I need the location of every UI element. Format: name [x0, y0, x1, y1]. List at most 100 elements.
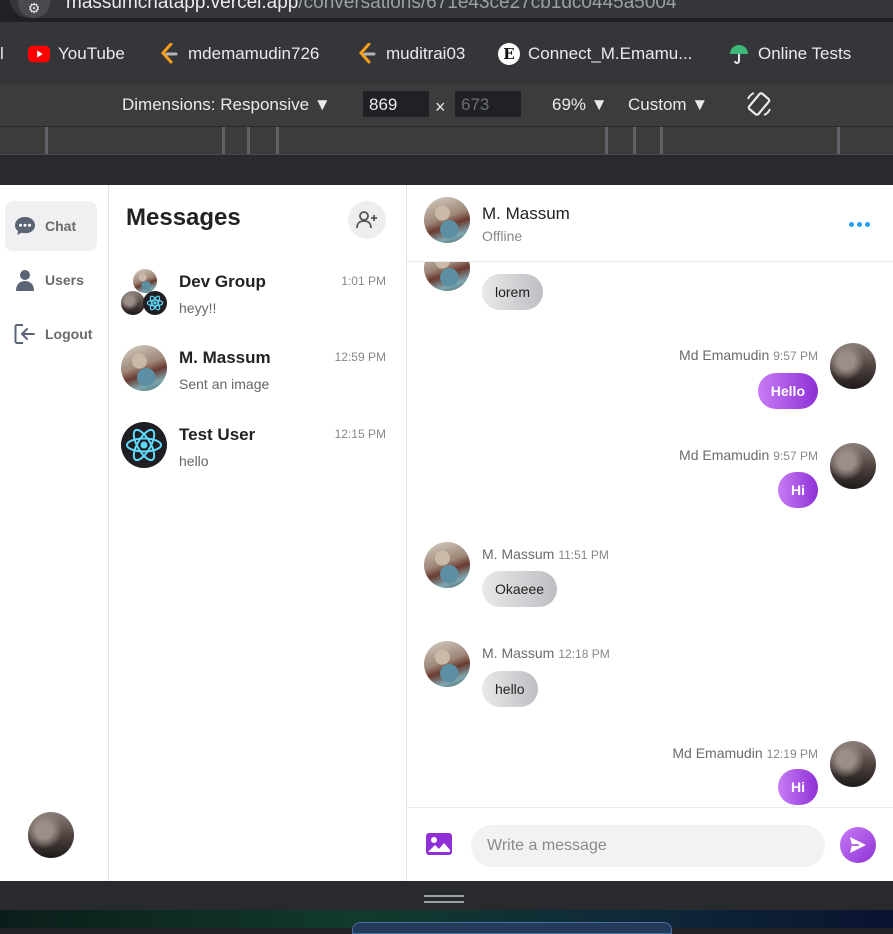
contact-avatar — [121, 345, 167, 391]
height-input[interactable]: 673 — [455, 91, 521, 117]
chat-bubble-icon — [5, 216, 45, 236]
conversation-name: M. Massum — [179, 348, 271, 367]
message-meta: Md Emamudin 9:57 PM — [679, 447, 818, 463]
message-bubble[interactable]: Okaeee — [482, 571, 558, 607]
leetcode-icon — [158, 43, 180, 65]
nav-label: Users — [45, 272, 84, 288]
dot-icon — [864, 221, 870, 227]
sender-avatar — [830, 443, 876, 489]
url-host: massumchatapp.vercel.app — [66, 0, 299, 13]
more-options-button[interactable] — [844, 209, 874, 239]
e-logo-icon: E — [498, 43, 520, 65]
message-bubble[interactable]: Hello — [757, 373, 818, 409]
message-list[interactable]: lorem Md Emamudin 9:57 PM Hello Md Emamud… — [407, 262, 893, 807]
bookmarks-bar: l YouTube mdemamudin726 muditrai03 E Con… — [0, 22, 893, 84]
bookmark-connect[interactable]: E Connect_M.Emamu... — [498, 42, 692, 66]
message-sender: Md Emamudin — [679, 447, 770, 463]
bookmark-label: YouTube — [58, 44, 125, 63]
bookmark-truncated[interactable]: l — [0, 44, 4, 64]
chat-app: Chat Users Logout Messages Dev Group 1:0… — [0, 185, 893, 881]
dimensions-label: Dimensions: Responsive — [122, 95, 310, 114]
bookmark-label: Online Tests — [758, 44, 852, 63]
message-input[interactable] — [471, 825, 825, 867]
side-navigation: Chat Users Logout — [0, 185, 109, 881]
pixel-ruler — [0, 154, 893, 185]
conversation-preview: hello — [179, 453, 209, 469]
contact-avatar[interactable] — [424, 197, 470, 243]
conversation-time: 12:59 PM — [334, 350, 386, 364]
width-input[interactable]: 869 — [363, 91, 429, 117]
chat-header: M. Massum Offline — [407, 185, 893, 262]
caret-down-icon: ▼ — [691, 95, 709, 114]
message-meta: M. Massum 12:18 PM — [482, 645, 610, 661]
sender-avatar — [830, 343, 876, 389]
rotate-icon[interactable] — [745, 90, 773, 118]
nav-logout[interactable]: Logout — [5, 309, 97, 359]
conversation-time: 1:01 PM — [341, 274, 386, 288]
react-logo-icon — [126, 428, 162, 462]
dot-icon — [848, 221, 854, 227]
conversation-preview: heyy!! — [179, 300, 217, 316]
bookmark-youtube[interactable]: YouTube — [28, 42, 125, 66]
throttle-dropdown[interactable]: Custom ▼ — [628, 95, 708, 115]
message-time: 11:51 PM — [558, 548, 609, 562]
conversation-name: Test User — [179, 425, 256, 444]
contact-name: M. Massum — [482, 204, 570, 223]
add-user-icon — [356, 211, 377, 229]
message-composer — [407, 807, 893, 881]
messages-title: Messages — [126, 204, 241, 231]
add-user-button[interactable] — [348, 201, 386, 239]
group-avatar — [121, 269, 167, 315]
message-time: 9:57 PM — [773, 349, 818, 363]
bookmark-mdemamudin726[interactable]: mdemamudin726 — [158, 42, 319, 66]
times-symbol: × — [435, 97, 446, 117]
conversation-item-dev-group[interactable]: Dev Group 1:01 PM heyy!! — [109, 269, 407, 339]
user-icon — [5, 269, 45, 291]
conversation-time: 12:15 PM — [334, 427, 386, 441]
send-button[interactable] — [840, 827, 876, 863]
caret-down-icon: ▼ — [590, 95, 608, 114]
bookmark-online-tests[interactable]: Online Tests — [728, 42, 851, 66]
bookmark-muditrai03[interactable]: muditrai03 — [356, 42, 465, 66]
contact-avatar — [121, 422, 167, 468]
conversation-item-m-massum[interactable]: M. Massum 12:59 PM Sent an image — [109, 345, 407, 415]
message-bubble[interactable]: Hi — [778, 472, 818, 508]
resize-handle-icon[interactable] — [424, 895, 464, 903]
conversation-preview: Sent an image — [179, 376, 270, 392]
conversation-list: Messages Dev Group 1:01 PM heyy!! M. Mas… — [109, 185, 407, 881]
message-meta: M. Massum 11:51 PM — [482, 546, 609, 562]
contact-status: Offline — [482, 228, 523, 244]
leetcode-icon — [356, 43, 378, 65]
react-logo-icon — [146, 295, 164, 311]
current-user-avatar[interactable] — [28, 812, 74, 858]
url-path: /conversations/671e43ce27cb1dc0445a5004 — [298, 0, 677, 13]
media-query-ruler[interactable] — [0, 126, 893, 155]
image-upload-icon[interactable] — [425, 832, 453, 858]
message-time: 12:19 PM — [766, 747, 818, 761]
message-time: 12:18 PM — [558, 647, 610, 661]
message-bubble[interactable]: hello — [482, 671, 538, 707]
nav-users[interactable]: Users — [5, 255, 97, 305]
sender-avatar — [424, 542, 470, 588]
message-meta: Md Emamudin 9:57 PM — [679, 347, 818, 363]
logout-icon — [5, 323, 45, 345]
message-bubble[interactable]: Hi — [778, 769, 818, 805]
message-sender: Md Emamudin — [672, 745, 763, 761]
message-sender: M. Massum — [482, 645, 555, 661]
message-sender: Md Emamudin — [679, 347, 770, 363]
url-text[interactable]: massumchatapp.vercel.app/conversations/6… — [66, 0, 677, 14]
chat-window: M. Massum Offline lorem Md Emamudin 9:57 … — [407, 185, 893, 881]
message-bubble[interactable]: lorem — [482, 274, 544, 310]
nav-label: Logout — [45, 326, 93, 342]
nav-label: Chat — [45, 218, 77, 234]
sender-avatar — [424, 262, 470, 291]
dimensions-dropdown[interactable]: Dimensions: Responsive ▼ — [122, 95, 331, 115]
zoom-label: 69% — [552, 95, 587, 114]
dot-icon — [856, 221, 862, 227]
sender-avatar — [830, 741, 876, 787]
conversation-item-test-user[interactable]: Test User 12:15 PM hello — [109, 422, 407, 492]
nav-chat[interactable]: Chat — [5, 201, 97, 251]
zoom-dropdown[interactable]: 69% ▼ — [552, 95, 608, 115]
svg-text:E: E — [503, 45, 514, 63]
taskbar-search[interactable] — [352, 922, 672, 934]
